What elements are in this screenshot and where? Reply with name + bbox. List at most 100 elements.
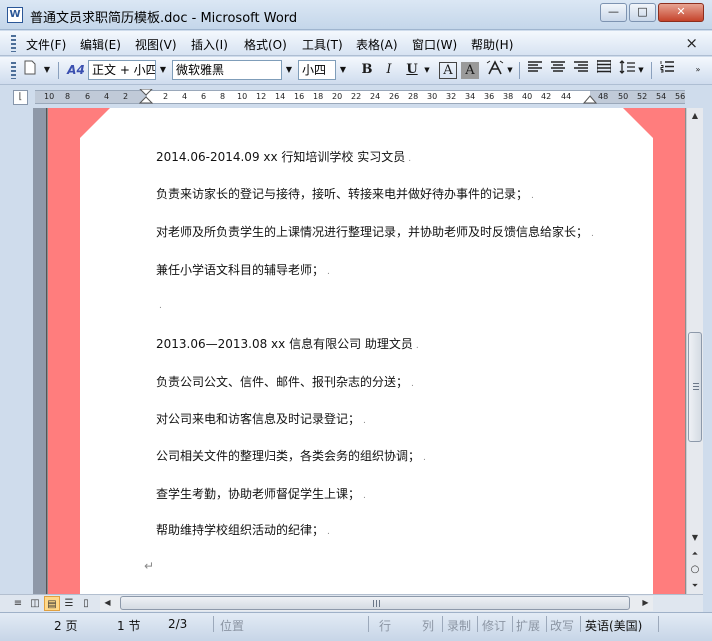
status-revise[interactable]: 修订 bbox=[482, 617, 506, 634]
font-size-combo[interactable]: 小四 bbox=[298, 60, 336, 80]
text-line[interactable]: 2013.06—2013.08 xx 信息有限公司 助理文员. bbox=[156, 335, 419, 352]
vertical-ruler[interactable] bbox=[33, 108, 47, 594]
maximize-button[interactable]: □ bbox=[629, 3, 656, 22]
normal-view-icon[interactable]: ≡ bbox=[10, 596, 26, 611]
ruler-tick: 12 bbox=[256, 92, 267, 101]
style-combo[interactable]: 正文 + 小四 bbox=[88, 60, 156, 80]
menu-tools[interactable]: 工具(T) bbox=[302, 36, 343, 53]
menu-window[interactable]: 窗口(W) bbox=[412, 36, 457, 53]
horizontal-scroll-thumb[interactable] bbox=[120, 596, 630, 610]
tab-selector-icon[interactable]: ⌊ bbox=[13, 90, 28, 105]
text-line[interactable]: 负责公司公文、信件、邮件、报刊杂志的分送；. bbox=[156, 373, 414, 390]
ruler-tick: 32 bbox=[446, 92, 457, 101]
status-bar: 2 页 1 节 2/3 位置 行 列 录制 修订 扩展 改写 英语(美国) bbox=[0, 612, 712, 641]
vertical-scroll-thumb[interactable] bbox=[688, 332, 702, 442]
style-dropdown-icon[interactable]: ▼ bbox=[156, 61, 170, 79]
menu-edit[interactable]: 编辑(E) bbox=[80, 36, 121, 53]
next-page-icon[interactable]: ⏷ bbox=[687, 578, 703, 593]
menu-format[interactable]: 格式(O) bbox=[244, 36, 287, 53]
status-separator bbox=[477, 616, 478, 632]
line-spacing-dropdown-icon[interactable]: ▼ bbox=[636, 61, 646, 79]
align-right-icon[interactable] bbox=[571, 60, 591, 81]
text-line[interactable]: 帮助维持学校组织活动的纪律；. bbox=[156, 521, 330, 538]
font-combo[interactable]: 微软雅黑 bbox=[172, 60, 282, 80]
ruler-tick: 4 bbox=[104, 92, 110, 101]
status-extend[interactable]: 扩展 bbox=[516, 617, 540, 634]
underline-dropdown-icon[interactable]: ▼ bbox=[422, 61, 432, 79]
styles-formatting-icon[interactable]: A4 bbox=[66, 60, 86, 81]
scroll-left-icon[interactable]: ◀ bbox=[100, 596, 115, 610]
ruler-tick: 2 bbox=[123, 92, 129, 101]
scroll-right-icon[interactable]: ▶ bbox=[638, 596, 653, 610]
toolbar-options-dropdown[interactable]: ▼ bbox=[42, 60, 52, 81]
distributed-lines-icon bbox=[596, 60, 612, 73]
paragraph-mark-icon: . bbox=[363, 416, 366, 426]
status-record[interactable]: 录制 bbox=[447, 617, 471, 634]
indent-marker-icon[interactable] bbox=[139, 89, 153, 105]
window-title: 普通文员求职简历模板.doc - Microsoft Word bbox=[30, 11, 298, 26]
line-text: 对老师及所负责学生的上课情况进行整理记录，并协助老师及时反馈信息给家长； bbox=[156, 225, 589, 239]
ruler-tick: 52 bbox=[637, 92, 648, 101]
line-text: 帮助维持学校组织活动的纪律； bbox=[156, 523, 325, 537]
text-line[interactable]: 2014.06-2014.09 xx 行知培训学校 实习文员. bbox=[156, 148, 411, 165]
select-browse-object-icon[interactable]: ○ bbox=[687, 562, 703, 577]
line-spacing-arrows-icon bbox=[619, 60, 635, 74]
text-line[interactable]: 对老师及所负责学生的上课情况进行整理记录，并协助老师及时反馈信息给家长；. bbox=[156, 223, 594, 240]
numbering-icon[interactable] bbox=[657, 60, 677, 81]
page-content[interactable]: 2014.06-2014.09 xx 行知培训学校 实习文员. 负责来访家长的登… bbox=[80, 108, 653, 594]
text-line[interactable]: . bbox=[156, 297, 162, 311]
toolbar-separator bbox=[651, 62, 652, 79]
close-button[interactable]: ✕ bbox=[658, 3, 704, 22]
web-view-icon[interactable]: ◫ bbox=[27, 596, 43, 611]
previous-page-icon[interactable]: ⏶ bbox=[687, 546, 703, 561]
ruler-tick: 34 bbox=[465, 92, 476, 101]
outline-view-icon[interactable]: ☰ bbox=[61, 596, 77, 611]
menu-file[interactable]: 文件(F) bbox=[26, 36, 66, 53]
scroll-down-icon[interactable]: ▼ bbox=[687, 530, 703, 545]
character-shading-button[interactable]: A bbox=[461, 62, 479, 79]
character-border-button[interactable]: A bbox=[439, 62, 457, 79]
page-corner-right bbox=[623, 108, 653, 138]
status-overwrite[interactable]: 改写 bbox=[550, 617, 574, 634]
right-indent-marker-icon[interactable] bbox=[583, 95, 597, 105]
new-document-icon[interactable] bbox=[21, 60, 39, 81]
justify-icon[interactable] bbox=[594, 60, 614, 81]
minimize-button[interactable]: — bbox=[600, 3, 627, 22]
line-spacing-icon[interactable] bbox=[618, 60, 636, 81]
text-line[interactable]: 对公司来电和访客信息及时记录登记；. bbox=[156, 410, 366, 427]
scale-a-icon bbox=[486, 60, 504, 75]
toolbar-grip-icon[interactable] bbox=[11, 62, 16, 79]
text-line[interactable]: 负责来访家长的登记与接待，接听、转接来电并做好待办事件的记录；. bbox=[156, 185, 534, 202]
font-size-dropdown-icon[interactable]: ▼ bbox=[336, 61, 350, 79]
horizontal-ruler[interactable]: 10 8 6 4 2 2 4 6 8 10 12 14 16 18 20 22 … bbox=[35, 89, 685, 105]
font-dropdown-icon[interactable]: ▼ bbox=[282, 61, 296, 79]
italic-button[interactable]: I bbox=[380, 60, 398, 81]
align-left-icon[interactable] bbox=[525, 60, 545, 81]
word-app-icon[interactable]: W bbox=[7, 7, 23, 23]
status-language[interactable]: 英语(美国) bbox=[585, 617, 642, 634]
document-page[interactable]: 2014.06-2014.09 xx 行知培训学校 实习文员. 负责来访家长的登… bbox=[48, 108, 685, 594]
bold-button[interactable]: B bbox=[358, 60, 376, 81]
scaling-dropdown-icon[interactable]: ▼ bbox=[505, 61, 515, 79]
text-line[interactable]: 公司相关文件的整理归类，各类会务的组织协调；. bbox=[156, 447, 426, 464]
menu-view[interactable]: 视图(V) bbox=[135, 36, 177, 53]
horizontal-scrollbar[interactable]: ◀ ▶ bbox=[100, 596, 653, 611]
menu-grip-icon[interactable] bbox=[11, 35, 16, 52]
character-scaling-icon[interactable] bbox=[484, 60, 506, 81]
align-center-icon[interactable] bbox=[548, 60, 568, 81]
document-close-button[interactable]: × bbox=[685, 34, 698, 52]
print-layout-view-icon[interactable]: ▤ bbox=[44, 596, 60, 611]
underline-button[interactable]: U bbox=[403, 60, 421, 81]
status-section: 1 节 bbox=[117, 619, 141, 633]
scroll-up-icon[interactable]: ▲ bbox=[687, 108, 703, 123]
menu-insert[interactable]: 插入(I) bbox=[191, 36, 228, 53]
reading-view-icon[interactable]: ▯ bbox=[78, 596, 94, 611]
ruler-tick: 14 bbox=[275, 92, 286, 101]
menu-table[interactable]: 表格(A) bbox=[356, 36, 398, 53]
text-line[interactable]: 兼任小学语文科目的辅导老师；. bbox=[156, 261, 330, 278]
menu-help[interactable]: 帮助(H) bbox=[471, 36, 513, 53]
toolbar-overflow-icon[interactable]: » bbox=[690, 60, 706, 81]
ruler-tick: 22 bbox=[351, 92, 362, 101]
text-line[interactable]: 查学生考勤，协助老师督促学生上课；. bbox=[156, 485, 366, 502]
vertical-scrollbar[interactable]: ▲ ▼ ⏶ ○ ⏷ bbox=[686, 108, 703, 594]
